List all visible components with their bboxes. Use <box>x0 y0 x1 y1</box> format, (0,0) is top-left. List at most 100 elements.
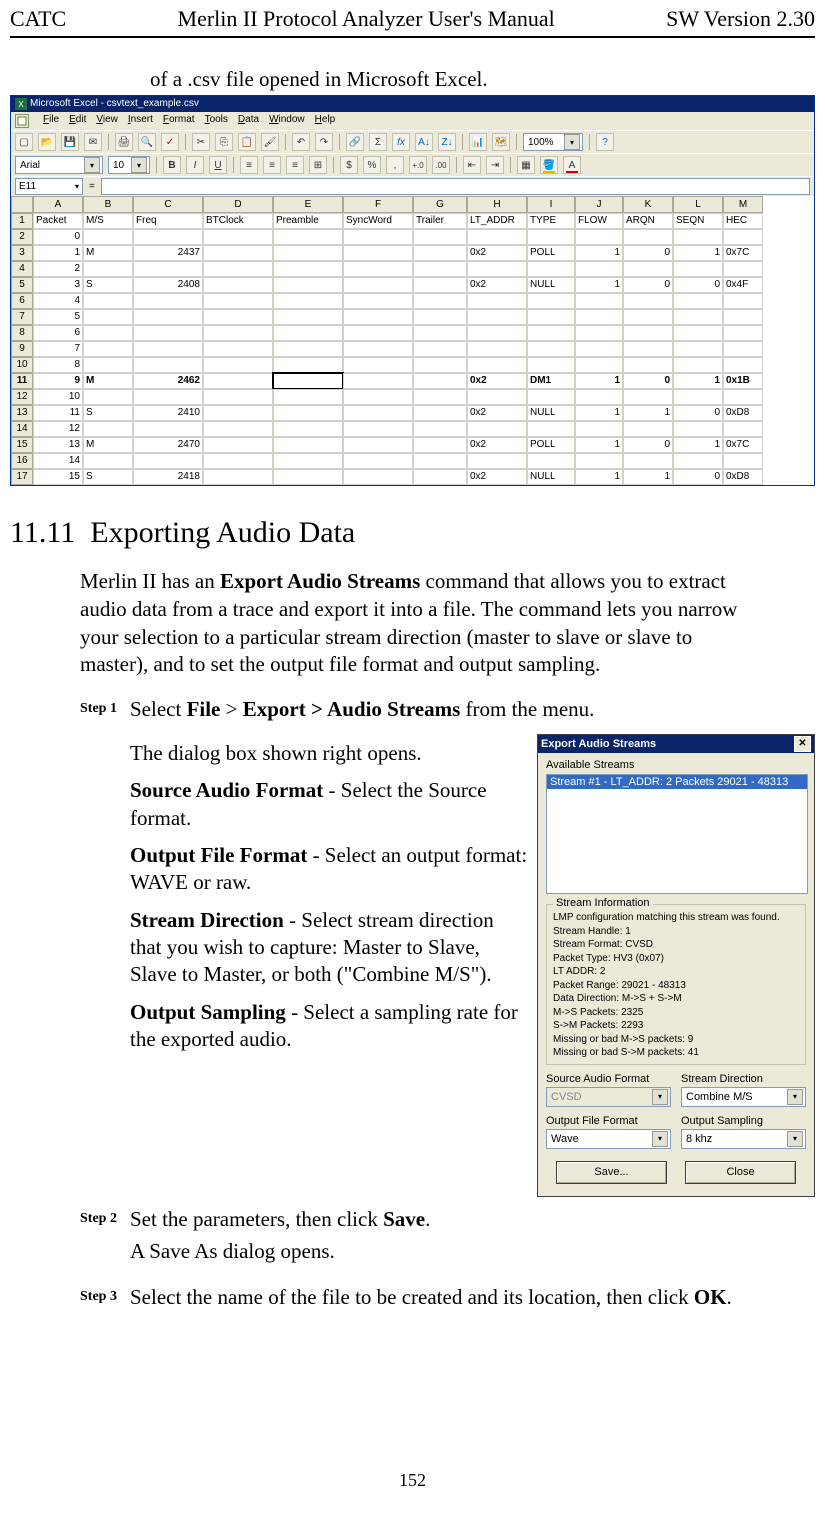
data-cell[interactable] <box>203 293 273 309</box>
italic-icon[interactable]: I <box>186 156 204 174</box>
data-cell[interactable]: 2 <box>33 261 83 277</box>
data-cell[interactable] <box>203 405 273 421</box>
data-cell[interactable] <box>575 453 623 469</box>
data-cell[interactable] <box>273 405 343 421</box>
data-cell[interactable] <box>203 357 273 373</box>
data-cell[interactable] <box>413 373 467 389</box>
data-cell[interactable]: 0x2 <box>467 405 527 421</box>
data-cell[interactable] <box>527 389 575 405</box>
data-cell[interactable]: 2410 <box>133 405 203 421</box>
data-cell[interactable]: 2437 <box>133 245 203 261</box>
data-cell[interactable] <box>467 293 527 309</box>
header-cell[interactable]: Trailer <box>413 213 467 229</box>
data-cell[interactable]: M <box>83 245 133 261</box>
data-cell[interactable] <box>413 261 467 277</box>
menu-format[interactable]: Format <box>163 114 195 128</box>
chart-icon[interactable]: 📊 <box>469 133 487 151</box>
data-cell[interactable] <box>273 421 343 437</box>
bold-icon[interactable]: B <box>163 156 181 174</box>
data-cell[interactable]: 1 <box>673 245 723 261</box>
data-cell[interactable]: 1 <box>673 373 723 389</box>
data-cell[interactable] <box>133 293 203 309</box>
data-cell[interactable]: 0x2 <box>467 437 527 453</box>
function-icon[interactable]: fx <box>392 133 410 151</box>
data-cell[interactable]: S <box>83 277 133 293</box>
data-cell[interactable] <box>133 389 203 405</box>
data-cell[interactable] <box>83 293 133 309</box>
data-cell[interactable] <box>623 389 673 405</box>
data-cell[interactable] <box>83 421 133 437</box>
format-painter-icon[interactable]: 🖌 <box>261 133 279 151</box>
spell-icon[interactable]: ✓ <box>161 133 179 151</box>
map-icon[interactable]: 🗺 <box>492 133 510 151</box>
header-cell[interactable]: SEQN <box>673 213 723 229</box>
open-icon[interactable]: 📂 <box>38 133 56 151</box>
borders-icon[interactable]: ▦ <box>517 156 535 174</box>
header-cell[interactable]: FLOW <box>575 213 623 229</box>
data-cell[interactable] <box>203 373 273 389</box>
data-cell[interactable] <box>203 389 273 405</box>
header-cell[interactable]: ARQN <box>623 213 673 229</box>
data-cell[interactable] <box>723 357 763 373</box>
data-cell[interactable]: S <box>83 469 133 485</box>
data-cell[interactable] <box>343 357 413 373</box>
col-header[interactable]: I <box>527 196 575 213</box>
data-cell[interactable]: 0 <box>33 229 83 245</box>
data-cell[interactable] <box>273 309 343 325</box>
data-cell[interactable] <box>83 389 133 405</box>
data-cell[interactable] <box>467 453 527 469</box>
data-cell[interactable]: 10 <box>33 389 83 405</box>
menu-help[interactable]: Help <box>315 114 336 128</box>
formula-input[interactable] <box>101 178 810 195</box>
data-cell[interactable] <box>83 261 133 277</box>
data-cell[interactable] <box>133 421 203 437</box>
data-cell[interactable] <box>723 325 763 341</box>
data-cell[interactable] <box>273 373 343 389</box>
data-cell[interactable] <box>673 341 723 357</box>
data-cell[interactable] <box>133 357 203 373</box>
data-cell[interactable]: 0 <box>623 373 673 389</box>
data-cell[interactable]: 1 <box>575 245 623 261</box>
data-cell[interactable] <box>673 389 723 405</box>
data-cell[interactable] <box>413 293 467 309</box>
data-cell[interactable] <box>203 341 273 357</box>
data-cell[interactable]: M <box>83 437 133 453</box>
output-file-format-combo[interactable]: Wave▾ <box>546 1129 671 1149</box>
data-cell[interactable] <box>133 229 203 245</box>
link-icon[interactable]: 🔗 <box>346 133 364 151</box>
data-cell[interactable]: 1 <box>575 373 623 389</box>
data-cell[interactable]: 0x2 <box>467 373 527 389</box>
data-cell[interactable]: NULL <box>527 277 575 293</box>
menu-file[interactable]: File <box>43 114 59 128</box>
data-cell[interactable] <box>623 421 673 437</box>
data-cell[interactable]: 2408 <box>133 277 203 293</box>
data-cell[interactable] <box>413 309 467 325</box>
stream-direction-combo[interactable]: Combine M/S▾ <box>681 1087 806 1107</box>
data-cell[interactable]: 0 <box>673 469 723 485</box>
data-cell[interactable] <box>133 261 203 277</box>
data-cell[interactable] <box>203 277 273 293</box>
data-cell[interactable] <box>467 357 527 373</box>
data-cell[interactable]: NULL <box>527 469 575 485</box>
comma-icon[interactable]: , <box>386 156 404 174</box>
data-cell[interactable]: 0 <box>673 277 723 293</box>
data-cell[interactable] <box>673 293 723 309</box>
header-cell[interactable]: Packet <box>33 213 83 229</box>
data-cell[interactable] <box>673 229 723 245</box>
data-cell[interactable]: M <box>83 373 133 389</box>
help-icon[interactable]: ? <box>596 133 614 151</box>
data-cell[interactable] <box>273 437 343 453</box>
sort-asc-icon[interactable]: A↓ <box>415 133 433 151</box>
menu-edit[interactable]: Edit <box>69 114 86 128</box>
save-button[interactable]: Save... <box>556 1161 667 1184</box>
col-header[interactable]: F <box>343 196 413 213</box>
data-cell[interactable] <box>83 325 133 341</box>
data-cell[interactable] <box>133 309 203 325</box>
data-cell[interactable]: NULL <box>527 405 575 421</box>
underline-icon[interactable]: U <box>209 156 227 174</box>
data-cell[interactable] <box>343 389 413 405</box>
output-sampling-combo[interactable]: 8 khz▾ <box>681 1129 806 1149</box>
data-cell[interactable] <box>83 357 133 373</box>
data-cell[interactable]: 0x1B <box>723 373 763 389</box>
data-cell[interactable] <box>467 421 527 437</box>
